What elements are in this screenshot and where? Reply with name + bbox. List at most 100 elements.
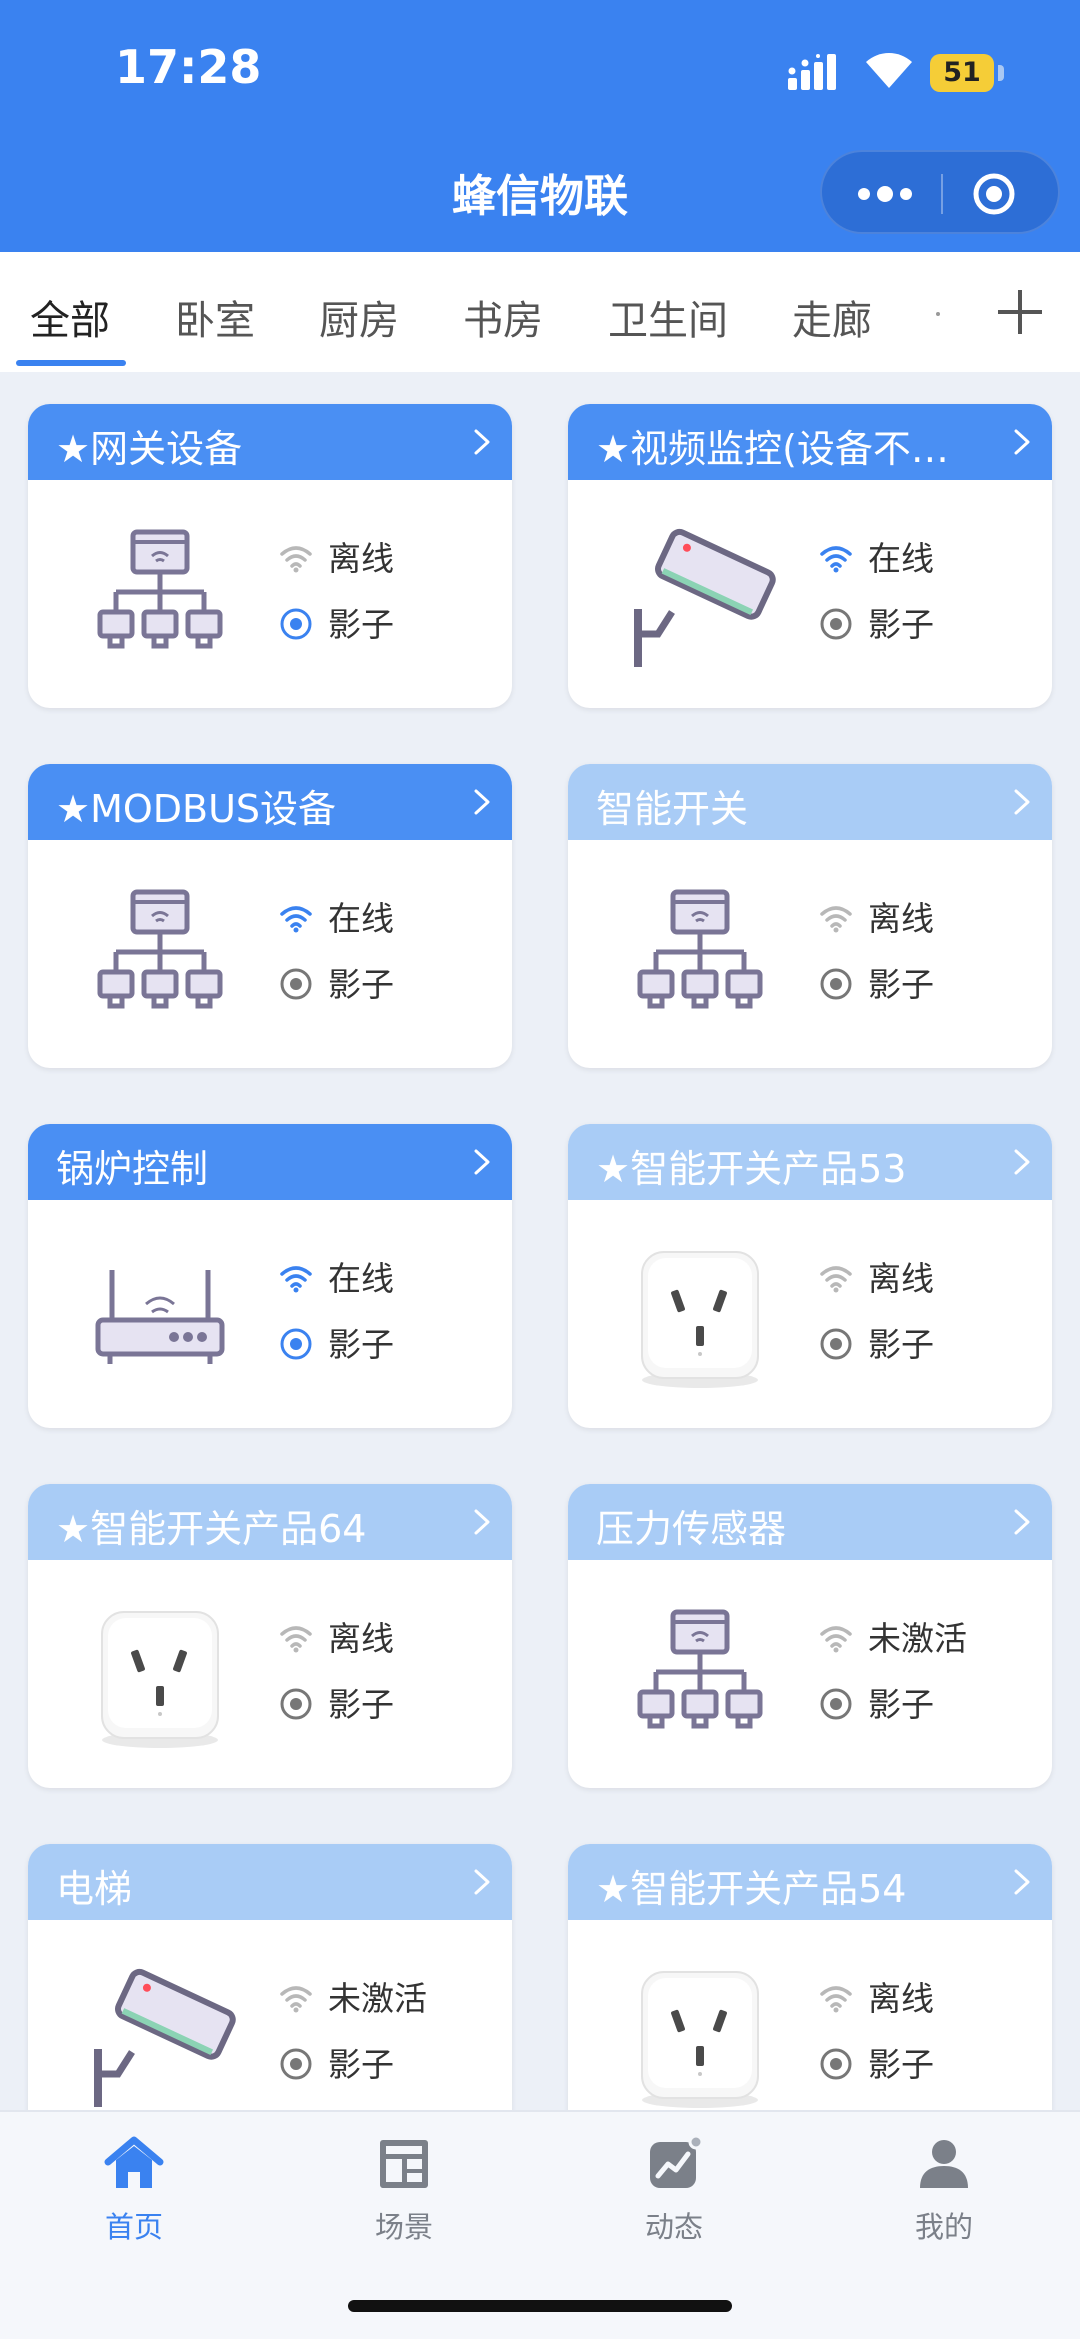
smart-plug-icon xyxy=(620,1954,780,2114)
cellular-signal-icon xyxy=(788,54,836,90)
device-card-header[interactable]: ★视频监控(设备不… xyxy=(568,404,1052,480)
device-title: ★智能开关产品54 xyxy=(596,1867,907,1911)
device-card[interactable]: 智能开关 离线 影子 xyxy=(568,764,1052,1068)
online-status: 在线 xyxy=(278,1252,394,1300)
shadow-text: 影子 xyxy=(328,1685,394,1724)
shadow-status[interactable]: 影子 xyxy=(818,2038,934,2086)
activity-icon xyxy=(650,2134,704,2188)
nav-home[interactable]: 首页 xyxy=(54,2132,214,2246)
nav-profile[interactable]: 我的 xyxy=(864,2132,1024,2246)
shadow-icon xyxy=(278,966,314,1002)
device-card-header[interactable]: 智能开关 xyxy=(568,764,1052,840)
device-title: 智能开关 xyxy=(596,787,749,831)
online-status: 在线 xyxy=(278,892,394,940)
wifi-status-icon xyxy=(866,53,912,88)
device-card[interactable]: ★智能开关产品53 离线 影子 xyxy=(568,1124,1052,1428)
wifi-icon xyxy=(278,1260,314,1296)
camera-icon xyxy=(620,514,780,674)
home-indicator xyxy=(348,2300,732,2312)
status-text: 在线 xyxy=(868,539,934,578)
device-title: ★视频监控(设备不… xyxy=(596,427,949,471)
shadow-icon xyxy=(278,1326,314,1362)
tab-kitchen[interactable]: 厨房 xyxy=(319,288,399,346)
nav-label: 我的 xyxy=(914,2210,973,2244)
shadow-icon xyxy=(278,2046,314,2082)
tab-study[interactable]: 书房 xyxy=(463,288,543,346)
shadow-status[interactable]: 影子 xyxy=(278,598,394,646)
online-status: 在线 xyxy=(818,532,934,580)
shadow-icon xyxy=(818,1326,854,1362)
device-title: ★智能开关产品64 xyxy=(56,1507,367,1551)
device-card[interactable]: ★MODBUS设备 在线 影子 xyxy=(28,764,512,1068)
shadow-status[interactable]: 影子 xyxy=(818,598,934,646)
nav-label: 首页 xyxy=(104,2210,163,2244)
device-card[interactable]: ★智能开关产品64 离线 影子 xyxy=(28,1484,512,1788)
device-card-header[interactable]: 压力传感器 xyxy=(568,1484,1052,1560)
shadow-text: 影子 xyxy=(868,1325,934,1364)
tab-all[interactable]: 全部 xyxy=(30,288,110,346)
device-card-header[interactable]: ★网关设备 xyxy=(28,404,512,480)
more-options-icon[interactable] xyxy=(854,174,916,214)
device-card-header[interactable]: ★智能开关产品53 xyxy=(568,1124,1052,1200)
nav-activity[interactable]: 动态 xyxy=(594,2132,754,2246)
device-card[interactable]: ★视频监控(设备不… 在线 影子 xyxy=(568,404,1052,708)
shadow-status[interactable]: 影子 xyxy=(818,1318,934,1366)
device-card[interactable]: 压力传感器 未激活 影子 xyxy=(568,1484,1052,1788)
active-tab-indicator xyxy=(16,360,126,366)
shadow-text: 影子 xyxy=(868,965,934,1004)
shadow-text: 影子 xyxy=(328,1325,394,1364)
status-text: 离线 xyxy=(868,899,934,938)
shadow-status[interactable]: 影子 xyxy=(278,958,394,1006)
device-card[interactable]: 锅炉控制 在线 影子 xyxy=(28,1124,512,1428)
status-text: 离线 xyxy=(328,539,394,578)
device-card-header[interactable]: ★MODBUS设备 xyxy=(28,764,512,840)
add-room-icon[interactable] xyxy=(994,286,1046,338)
online-status: 未激活 xyxy=(818,1612,967,1660)
device-card-header[interactable]: ★智能开关产品64 xyxy=(28,1484,512,1560)
shadow-status[interactable]: 影子 xyxy=(278,2038,394,2086)
miniprogram-capsule xyxy=(820,150,1060,234)
shadow-icon xyxy=(818,606,854,642)
chevron-right-icon xyxy=(1012,1868,1032,1896)
home-icon xyxy=(104,2136,164,2188)
device-card-header[interactable]: 电梯 xyxy=(28,1844,512,1920)
close-miniprogram-icon[interactable] xyxy=(972,172,1016,216)
device-title: 压力传感器 xyxy=(596,1507,787,1551)
online-status: 离线 xyxy=(818,1252,934,1300)
profile-icon xyxy=(920,2140,968,2188)
device-title: ★智能开关产品53 xyxy=(596,1147,907,1191)
camera-icon xyxy=(80,1954,240,2114)
wifi-icon xyxy=(278,1620,314,1656)
device-card[interactable]: ★智能开关产品54 离线 影子 xyxy=(568,1844,1052,2148)
app-header: 17:28 51 蜂信物联 xyxy=(0,0,1080,252)
online-status: 未激活 xyxy=(278,1972,427,2020)
shadow-status[interactable]: 影子 xyxy=(818,958,934,1006)
tab-bathroom[interactable]: 卫生间 xyxy=(608,288,728,346)
device-card[interactable]: 电梯 未激活 影子 xyxy=(28,1844,512,2148)
shadow-status[interactable]: 影子 xyxy=(278,1678,394,1726)
chevron-right-icon xyxy=(472,1508,492,1536)
chevron-right-icon xyxy=(472,1148,492,1176)
status-text: 离线 xyxy=(868,1259,934,1298)
shadow-text: 影子 xyxy=(868,605,934,644)
wifi-icon xyxy=(818,1980,854,2016)
device-card[interactable]: ★网关设备 离线 影子 xyxy=(28,404,512,708)
shadow-icon xyxy=(818,2046,854,2082)
device-card-header[interactable]: ★智能开关产品54 xyxy=(568,1844,1052,1920)
tab-corridor[interactable]: 走廊 xyxy=(792,288,872,346)
tab-bedroom[interactable]: 卧室 xyxy=(175,288,255,346)
shadow-icon xyxy=(818,966,854,1002)
gateway-icon xyxy=(620,874,780,1034)
device-card-header[interactable]: 锅炉控制 xyxy=(28,1124,512,1200)
chevron-right-icon xyxy=(1012,1148,1032,1176)
status-text: 离线 xyxy=(868,1979,934,2018)
shadow-icon xyxy=(278,1686,314,1722)
nav-scene[interactable]: 场景 xyxy=(324,2132,484,2246)
shadow-status[interactable]: 影子 xyxy=(818,1678,934,1726)
shadow-status[interactable]: 影子 xyxy=(278,1318,394,1366)
chevron-right-icon xyxy=(1012,788,1032,816)
status-time: 17:28 xyxy=(115,40,262,94)
gateway-icon xyxy=(80,874,240,1034)
status-text: 在线 xyxy=(328,899,394,938)
room-tabs: 全部 卧室 厨房 书房 卫生间 走廊 xyxy=(0,252,1080,372)
